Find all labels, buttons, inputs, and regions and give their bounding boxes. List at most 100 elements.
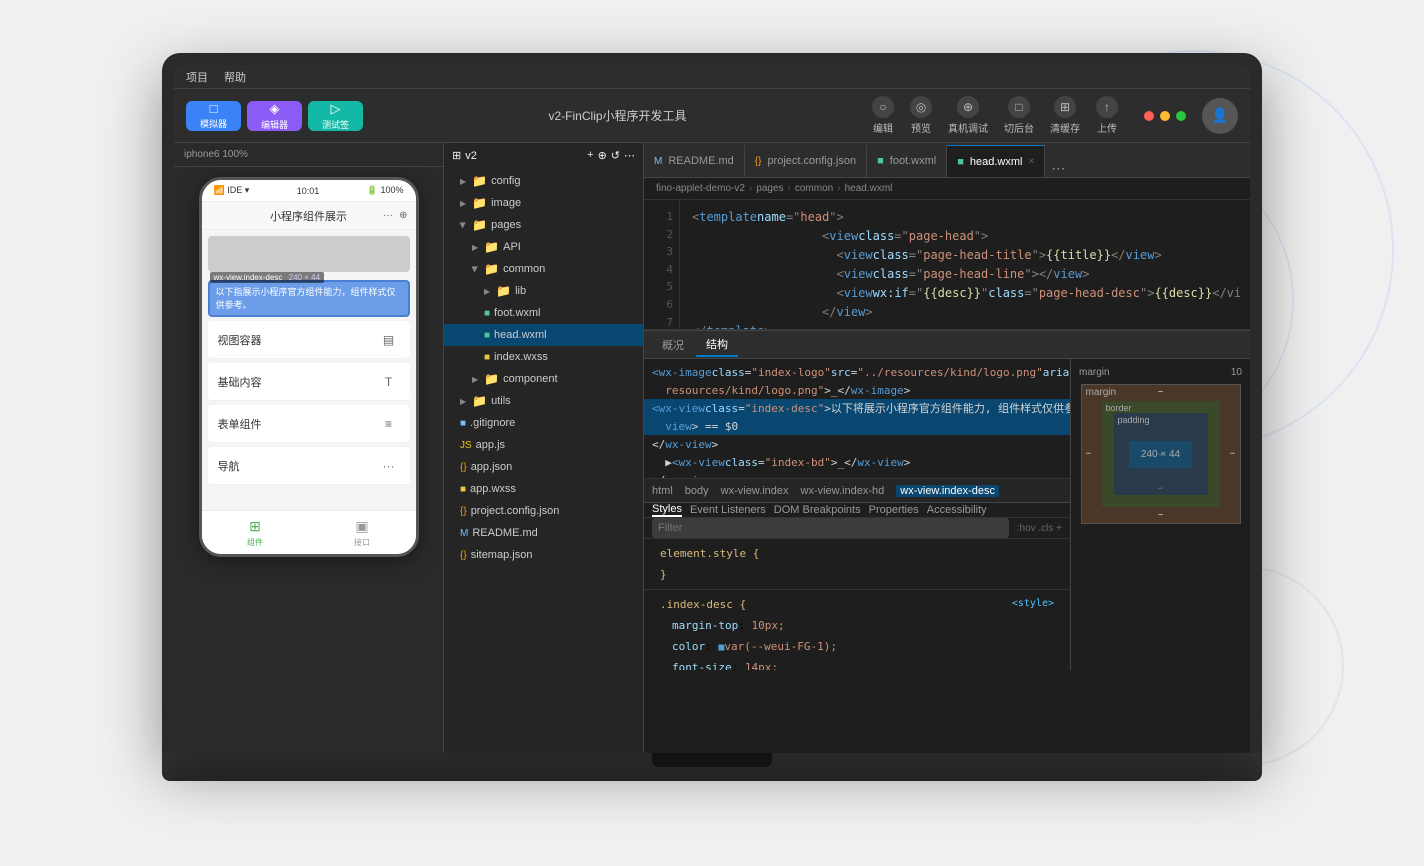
action-device-debug[interactable]: ⊕ 真机调试 [948,96,988,135]
action-preview[interactable]: ◎ 预览 [910,96,932,135]
toolbar: □ 模拟器 ◈ 编辑器 ▷ 测试签 v2-FinClip小程序开发工具 [174,89,1250,143]
devtools-tabs: 概况 结构 [644,331,1250,359]
test-button[interactable]: ▷ 测试签 [308,101,363,131]
tab-foot-wxml[interactable]: ■ foot.wxml [867,145,947,177]
file-icon-app-wxss: ■ [460,484,466,495]
nav-icon: ··· [378,458,400,474]
element-tab-body[interactable]: body [685,485,709,497]
accessibility-tab[interactable]: Accessibility [927,504,987,516]
file-item-foot-wxml[interactable]: ■ foot.wxml [444,302,643,324]
components-nav-icon: ⊞ [249,518,261,535]
tab-more-button[interactable]: ⋯ [1045,160,1071,177]
devtools-tab-overview[interactable]: 概况 [652,333,694,357]
menu-item-project[interactable]: 项目 [186,69,208,85]
file-item-app-wxss[interactable]: ■ app.wxss [444,478,643,500]
folder-icon-image: 📁 [472,196,487,210]
phone-menu-item-0[interactable]: 视图容器 ▤ [208,321,410,359]
phone-bottom-nav: ⊞ 组件 ▣ 接口 [202,510,416,554]
file-item-app-js[interactable]: JS app.js [444,434,643,456]
styles-filter-input[interactable] [652,518,1009,538]
arrow-utils: ▶ [460,397,466,406]
folder-icon-api: 📁 [484,240,499,254]
toolbar-left: □ 模拟器 ◈ 编辑器 ▷ 测试签 [186,101,363,131]
window-max-btn[interactable] [1176,111,1186,121]
simulator-button[interactable]: □ 模拟器 [186,101,241,131]
tab-project-config[interactable]: {} project.config.json [745,145,867,177]
arrow-config: ▶ [460,177,466,186]
file-item-lib[interactable]: ▶ 📁 lib [444,280,643,302]
element-tab-html[interactable]: html [652,485,673,497]
box-model-margin-label: margin [1079,367,1110,378]
properties-tab[interactable]: Properties [869,504,919,516]
laptop-wrapper: 项目 帮助 □ 模拟器 ◈ 编辑器 ▷ 测试签 [162,53,1262,813]
style-rule-selector-element: element.style { [652,543,1062,564]
file-item-image[interactable]: ▶ 📁 image [444,192,643,214]
action-background[interactable]: □ 切后台 [1004,96,1034,135]
file-item-config[interactable]: ▶ 📁 config [444,170,643,192]
file-panel-header: ⊞ v2 + ⊕ ↺ ⋯ [444,143,643,168]
element-tab-wx-view-index-hd[interactable]: wx-view.index-hd [801,485,885,497]
file-item-project-config[interactable]: {} project.config.json [444,500,643,522]
event-listeners-tab[interactable]: Event Listeners [690,504,766,516]
laptop-outer: 项目 帮助 □ 模拟器 ◈ 编辑器 ▷ 测试签 [162,53,1262,753]
file-item-head-wxml[interactable]: ■ head.wxml [444,324,643,346]
phone-nav-api[interactable]: ▣ 接口 [309,518,416,548]
phone-image-placeholder [208,236,410,272]
file-panel-actions: + ⊕ ↺ ⋯ [587,149,635,162]
folder-icon-utils: 📁 [472,394,487,408]
element-tab-wx-view-index-desc[interactable]: wx-view.index-desc [896,485,999,497]
styles-tab[interactable]: Styles [652,503,682,517]
phone-menu-item-3[interactable]: 导航 ··· [208,447,410,485]
file-item-readme[interactable]: M README.md [444,522,643,544]
editor-icon: ◈ [270,101,280,117]
action-edit[interactable]: ○ 编辑 [872,96,894,135]
editor-button[interactable]: ◈ 编辑器 [247,101,302,131]
phone-frame: 📶 IDE ▾ 10:01 🔋 100% 小程序组件展示 ··· ⊕ [199,177,419,557]
menu-bar: 项目 帮助 [174,65,1250,89]
phone-panel: iphone6 100% 📶 IDE ▾ 10:01 🔋 100% 小程序组件展… [174,143,444,753]
file-item-app-json[interactable]: {} app.json [444,456,643,478]
menu-item-help[interactable]: 帮助 [224,69,246,85]
element-tab-wx-view-index[interactable]: wx-view.index [721,485,789,497]
phone-menu-item-2[interactable]: 表单组件 ≡ [208,405,410,443]
action-clear-cache[interactable]: ⊞ 清缓存 [1050,96,1080,135]
window-close-btn[interactable] [1144,111,1154,121]
laptop-screen: 项目 帮助 □ 模拟器 ◈ 编辑器 ▷ 测试签 [174,65,1250,753]
phone-frame-container: 📶 IDE ▾ 10:01 🔋 100% 小程序组件展示 ··· ⊕ [174,167,443,753]
html-line-1: resources/kind/logo.png">_</wx-image> [644,381,1070,399]
phone-title-bar: 小程序组件展示 ··· ⊕ [202,202,416,230]
window-min-btn[interactable] [1160,111,1170,121]
phone-title-icons: ··· ⊕ [383,210,407,221]
tab-readme-icon: M [654,156,662,167]
devtools-left: <wx-image class="index-logo" src="../res… [644,359,1070,670]
phone-nav-components[interactable]: ⊞ 组件 [202,518,309,548]
tab-foot-wxml-icon: ■ [877,155,884,167]
file-item-sitemap[interactable]: {} sitemap.json [444,544,643,566]
dom-breakpoints-tab[interactable]: DOM Breakpoints [774,504,861,516]
clear-cache-icon: ⊞ [1054,96,1076,118]
devtools-tab-structure[interactable]: 结构 [696,333,738,357]
devtools-content: <wx-image class="index-logo" src="../res… [644,359,1250,670]
user-avatar[interactable]: 👤 [1202,98,1238,134]
file-item-utils[interactable]: ▶ 📁 utils [444,390,643,412]
box-model: margin − − − − border − [1081,384,1241,524]
file-item-common[interactable]: ▶ 📁 common [444,258,643,280]
tab-head-wxml[interactable]: ■ head.wxml × [947,145,1045,177]
file-icon-foot-wxml: ■ [484,308,490,319]
folder-icon-pages: 📁 [472,218,487,232]
file-item-index-wxss[interactable]: ■ index.wxss [444,346,643,368]
action-upload[interactable]: ↑ 上传 [1096,96,1118,135]
box-model-panel: margin 10 margin − − − − [1070,359,1250,670]
tab-close-head-wxml[interactable]: × [1028,156,1034,167]
tab-readme[interactable]: M README.md [644,145,745,177]
styles-hint: :hov .cls + [1017,523,1062,534]
file-item-gitignore[interactable]: ■ .gitignore [444,412,643,434]
box-model-margin-val: 10 [1231,367,1242,378]
style-source-badge: <style> [1012,598,1054,609]
file-icon-app-json: {} [460,462,467,473]
file-item-pages[interactable]: ▶ 📁 pages [444,214,643,236]
file-item-api[interactable]: ▶ 📁 API [444,236,643,258]
phone-menu-item-1[interactable]: 基础内容 T [208,363,410,401]
file-item-component[interactable]: ▶ 📁 component [444,368,643,390]
code-area-upper: 1 2 3 4 5 6 7 8 <template name="head"> [644,200,1250,330]
